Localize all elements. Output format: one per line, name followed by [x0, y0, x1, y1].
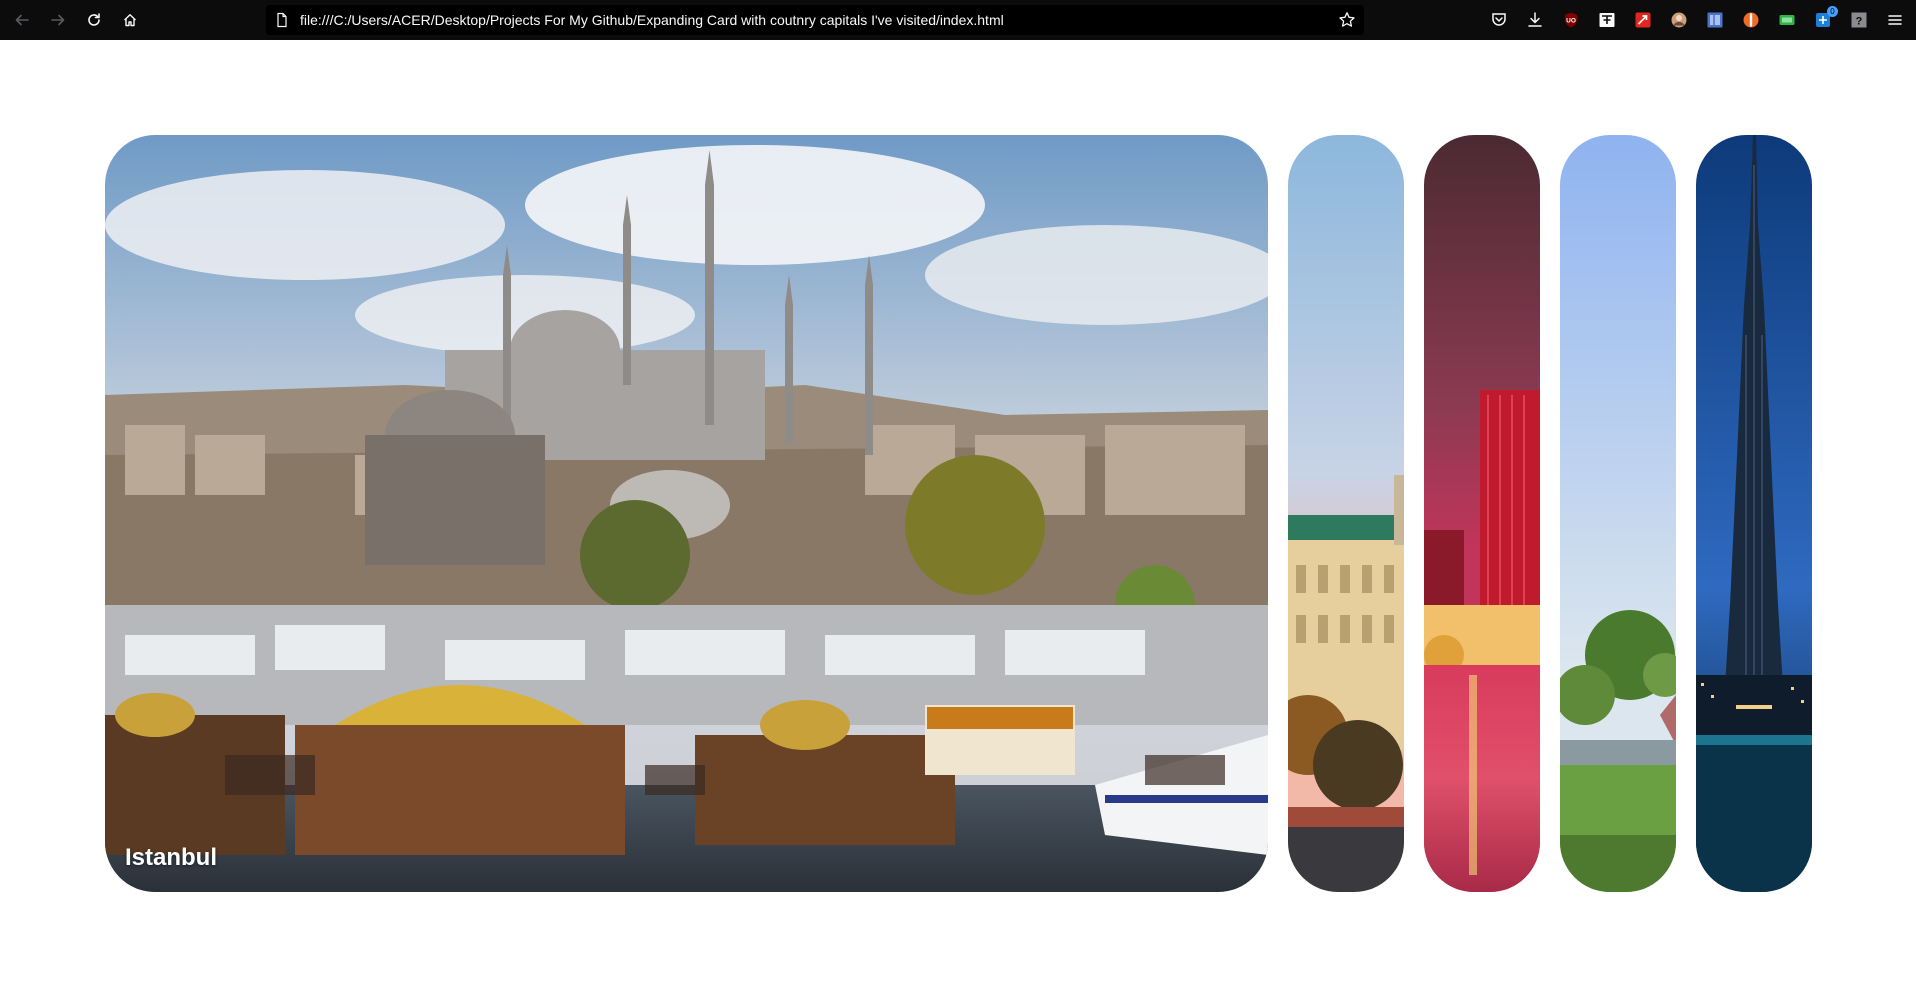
translate-icon	[1599, 13, 1615, 27]
blue-extension-button[interactable]	[1705, 10, 1725, 30]
panel-5[interactable]	[1696, 135, 1812, 892]
green-extension-icon	[1779, 15, 1795, 25]
orange-extension-icon	[1743, 12, 1759, 28]
menu-button[interactable]	[1885, 10, 1905, 30]
red-extension-button[interactable]	[1633, 10, 1653, 30]
url-bar[interactable]: file:///C:/Users/ACER/Desktop/Projects F…	[266, 5, 1364, 35]
blue-extension-icon	[1707, 12, 1723, 28]
forward-button[interactable]	[46, 8, 70, 32]
pocket-icon	[1492, 13, 1506, 26]
istanbul-image	[105, 135, 1268, 892]
panel-2[interactable]	[1288, 135, 1404, 892]
ublock-button[interactable]: UO	[1561, 10, 1581, 30]
menu-icon	[1888, 15, 1902, 25]
back-button[interactable]	[10, 8, 34, 32]
avatar-extension-button[interactable]	[1669, 10, 1689, 30]
help-button[interactable]: ?	[1849, 10, 1869, 30]
green-extension-button[interactable]	[1777, 10, 1797, 30]
browser-toolbar: file:///C:/Users/ACER/Desktop/Projects F…	[0, 0, 1916, 40]
help-icon: ?	[1851, 12, 1867, 28]
panel-5-image	[1696, 135, 1812, 892]
home-button[interactable]	[118, 8, 142, 32]
panel-4[interactable]	[1560, 135, 1676, 892]
panel-title: Istanbul	[125, 844, 218, 871]
panel-3[interactable]	[1424, 135, 1540, 892]
panel-3-image	[1424, 135, 1540, 892]
page-icon	[277, 12, 287, 28]
orange-extension-button[interactable]	[1741, 10, 1761, 30]
avatar-extension-icon	[1671, 12, 1687, 28]
panel-istanbul[interactable]: Istanbul	[105, 135, 1268, 892]
home-icon	[124, 14, 136, 27]
panel-2-image	[1288, 135, 1404, 892]
bookmark-star-icon[interactable]	[1338, 11, 1356, 29]
forward-arrow-icon	[51, 14, 65, 26]
reload-icon	[88, 13, 100, 26]
url-text[interactable]: file:///C:/Users/ACER/Desktop/Projects F…	[300, 5, 1004, 35]
blue-badge-extension-button[interactable]: 0	[1813, 6, 1838, 30]
svg-text:UO: UO	[1566, 18, 1576, 25]
cards-container: Istanbul	[105, 135, 1814, 892]
translate-button[interactable]	[1597, 10, 1617, 30]
extension-badge: 0	[1827, 6, 1838, 17]
ublock-icon: UO	[1565, 12, 1577, 28]
svg-text:?: ?	[1856, 16, 1863, 28]
panel-4-image	[1560, 135, 1676, 892]
downloads-button[interactable]	[1525, 10, 1545, 30]
red-extension-icon	[1635, 12, 1651, 28]
pocket-button[interactable]	[1489, 10, 1509, 30]
reload-button[interactable]	[82, 8, 106, 32]
downloads-icon	[1528, 12, 1542, 27]
back-arrow-icon	[15, 14, 29, 26]
